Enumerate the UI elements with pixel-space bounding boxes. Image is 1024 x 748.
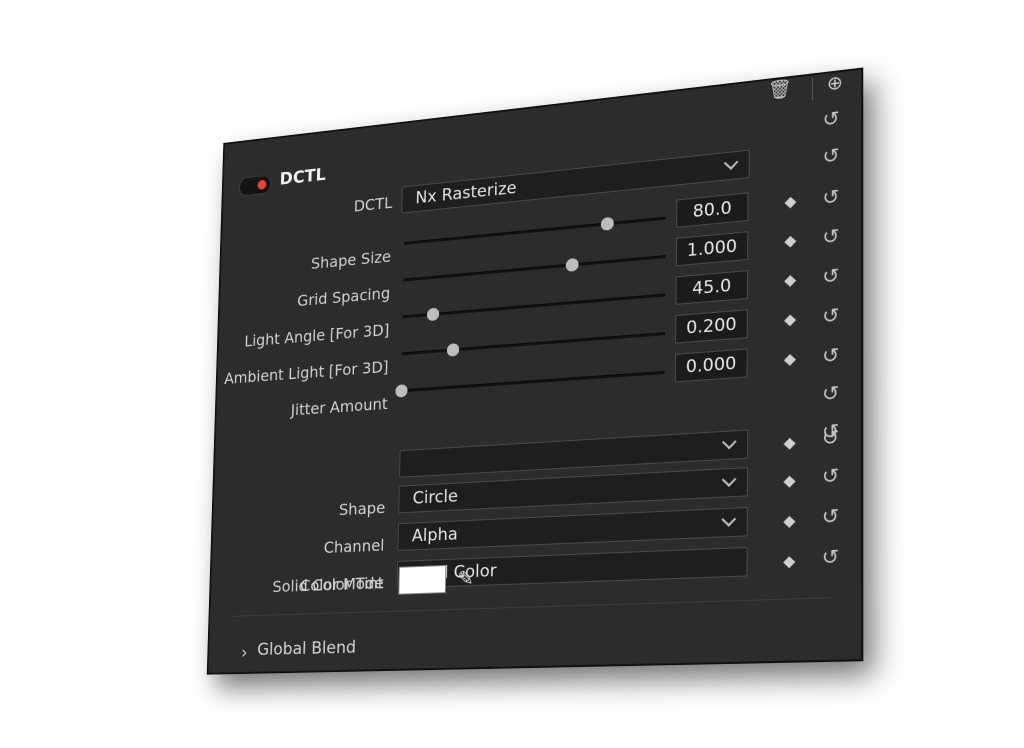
reset-icon[interactable]: ↺ [822,144,839,168]
enable-toggle[interactable] [239,174,271,196]
divider [812,77,813,100]
slider-handle[interactable] [447,343,460,357]
slider-label: Light Angle [For 3D] [244,320,389,350]
section-divider [233,597,832,617]
slider-label: Jitter Amount [291,394,388,419]
select-dropdown[interactable]: Pixel Color [397,547,748,589]
reset-icon[interactable]: ↺ [822,426,839,450]
slider-track[interactable] [404,217,666,245]
panel-title: DCTL [279,165,326,190]
slider-track[interactable] [403,255,665,282]
reset-icon[interactable]: ↺ [822,545,839,569]
global-blend-section[interactable]: Global Blend [257,638,356,660]
keyframe-icon[interactable] [784,438,796,450]
dropdown-label: Shape [339,498,386,519]
toggle-indicator [257,180,266,190]
keyframe-icon[interactable] [783,476,795,488]
reset-icon[interactable]: ↺ [822,185,839,209]
select-dropdown[interactable]: Alpha [397,507,747,551]
slider-rows: Shape Size 80.0 ↺ Grid Spacing 1.000 ↺ Light A… [225,70,861,145]
reset-icon[interactable]: ↺ [822,264,839,288]
reset-icon[interactable]: ↺ [822,107,839,131]
dctl-panel: 🗑 ⊕ DCTL ↺ DCTL Nx Rasterize ↺ Shape Siz… [208,69,863,674]
value-field[interactable]: 80.0 [676,192,748,227]
slider-label: Ambient Light [For 3D] [224,357,389,387]
keyframe-icon[interactable] [783,516,795,528]
reset-icon[interactable]: ↺ [822,382,839,406]
slider-handle[interactable] [565,258,578,272]
slider-handle[interactable] [600,217,613,231]
chevron-down-icon [721,512,736,527]
reset-icon[interactable]: ↺ [822,225,839,249]
tint-label: Solid Color Tint [272,573,384,596]
keyframe-icon[interactable] [784,236,796,248]
keyframe-icon[interactable] [784,197,796,209]
slider-track[interactable] [401,371,665,393]
value-field[interactable]: 0.200 [675,309,748,343]
dctl-value: Nx Rasterize [415,178,517,208]
dropdown-value: Circle [412,487,458,509]
keyframe-icon[interactable] [784,275,796,287]
value-field[interactable]: 0.000 [675,348,748,382]
reset-icon[interactable]: ↺ [822,304,839,328]
slider-label: Grid Spacing [297,284,390,310]
add-circle-icon[interactable]: ⊕ [827,72,843,95]
slider-track[interactable] [402,332,665,355]
keyframe-icon[interactable] [783,556,795,568]
value-field[interactable]: 1.000 [676,231,748,266]
chevron-down-icon [722,472,737,487]
dctl-label: DCTL [354,193,393,215]
dropdown-value: Alpha [412,524,458,546]
keyframe-icon[interactable] [784,354,796,366]
reset-icon[interactable]: ↺ [822,505,839,529]
chevron-down-icon [722,435,737,450]
trash-icon[interactable]: 🗑 [768,78,792,102]
color-swatch[interactable] [398,565,446,595]
chevron-right-icon[interactable]: › [241,643,248,664]
reset-icon[interactable]: ↺ [822,344,839,368]
slider-handle[interactable] [427,307,439,321]
slider-track[interactable] [403,293,666,318]
slider-label: Shape Size [311,247,392,273]
reset-icon[interactable]: ↺ [822,464,839,488]
eyedropper-icon[interactable]: ✎ [457,566,474,591]
chevron-down-icon [724,156,739,170]
dropdown-label: Channel [323,536,384,557]
slider-handle[interactable] [395,384,407,398]
keyframe-icon[interactable] [784,315,796,327]
value-field[interactable]: 45.0 [675,270,748,305]
dropdown-rows: ↺ Shape Circle ↺ Channel Alpha ↺ Color Mode Pixe… [225,70,861,145]
